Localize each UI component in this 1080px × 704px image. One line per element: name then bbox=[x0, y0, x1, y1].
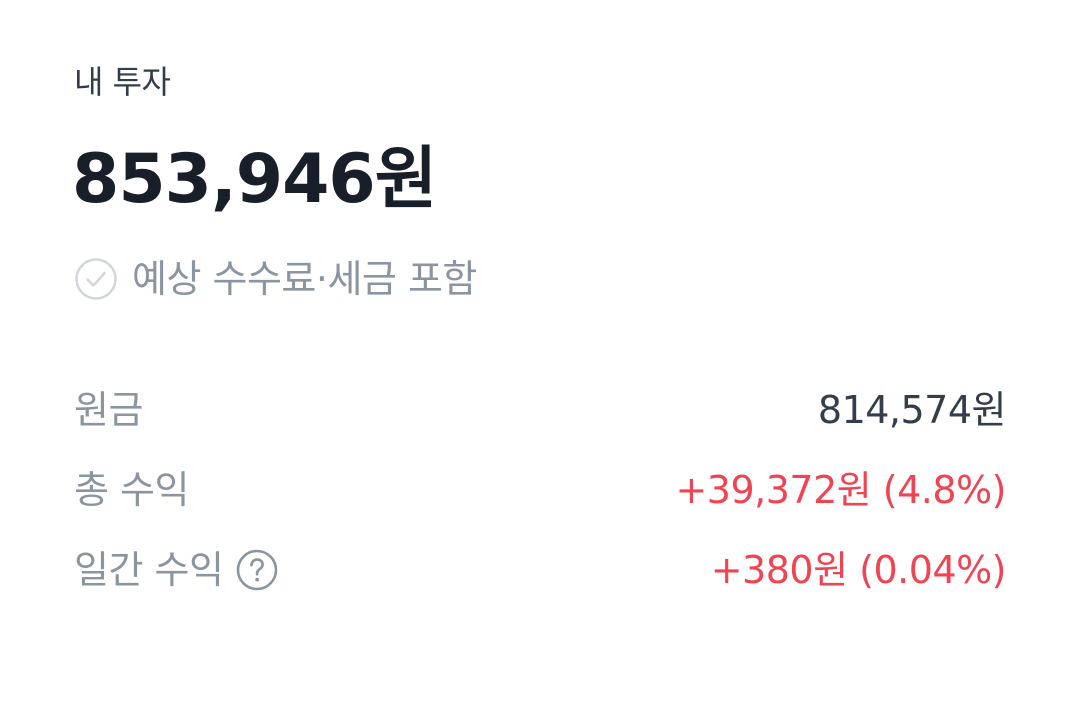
daily-profit-label: 일간 수익 bbox=[74, 546, 279, 594]
principal-value: 814,574원 bbox=[817, 388, 1007, 432]
total-amount: 853,946원 bbox=[72, 140, 437, 219]
principal-label-text: 원금 bbox=[74, 388, 143, 432]
principal-label: 원금 bbox=[74, 386, 143, 434]
total-profit-label-text: 총 수익 bbox=[74, 468, 189, 512]
fee-included-label: 예상 수수료·세금 포함 bbox=[132, 257, 477, 301]
investment-summary-card: 내 투자 853,946원 예상 수수료·세금 포함 원금 814,574원 총… bbox=[0, 0, 1080, 704]
daily-profit-value: +380원 (0.04%) bbox=[710, 548, 1007, 592]
investment-detail-list: 원금 814,574원 총 수익 +39,372원 (4.8%) 일간 수익 +… bbox=[74, 370, 1007, 610]
principal-row: 원금 814,574원 bbox=[74, 370, 1007, 450]
daily-profit-label-text: 일간 수익 bbox=[74, 548, 224, 592]
total-profit-row: 총 수익 +39,372원 (4.8%) bbox=[74, 450, 1006, 530]
section-title: 내 투자 bbox=[74, 63, 171, 101]
total-profit-label: 총 수익 bbox=[74, 466, 189, 514]
daily-profit-row: 일간 수익 +380원 (0.04%) bbox=[74, 530, 1007, 610]
question-circle-icon[interactable] bbox=[235, 548, 279, 592]
total-profit-value: +39,372원 (4.8%) bbox=[675, 468, 1006, 512]
fee-included-toggle[interactable]: 예상 수수료·세금 포함 bbox=[74, 255, 477, 303]
check-circle-icon bbox=[74, 257, 118, 301]
